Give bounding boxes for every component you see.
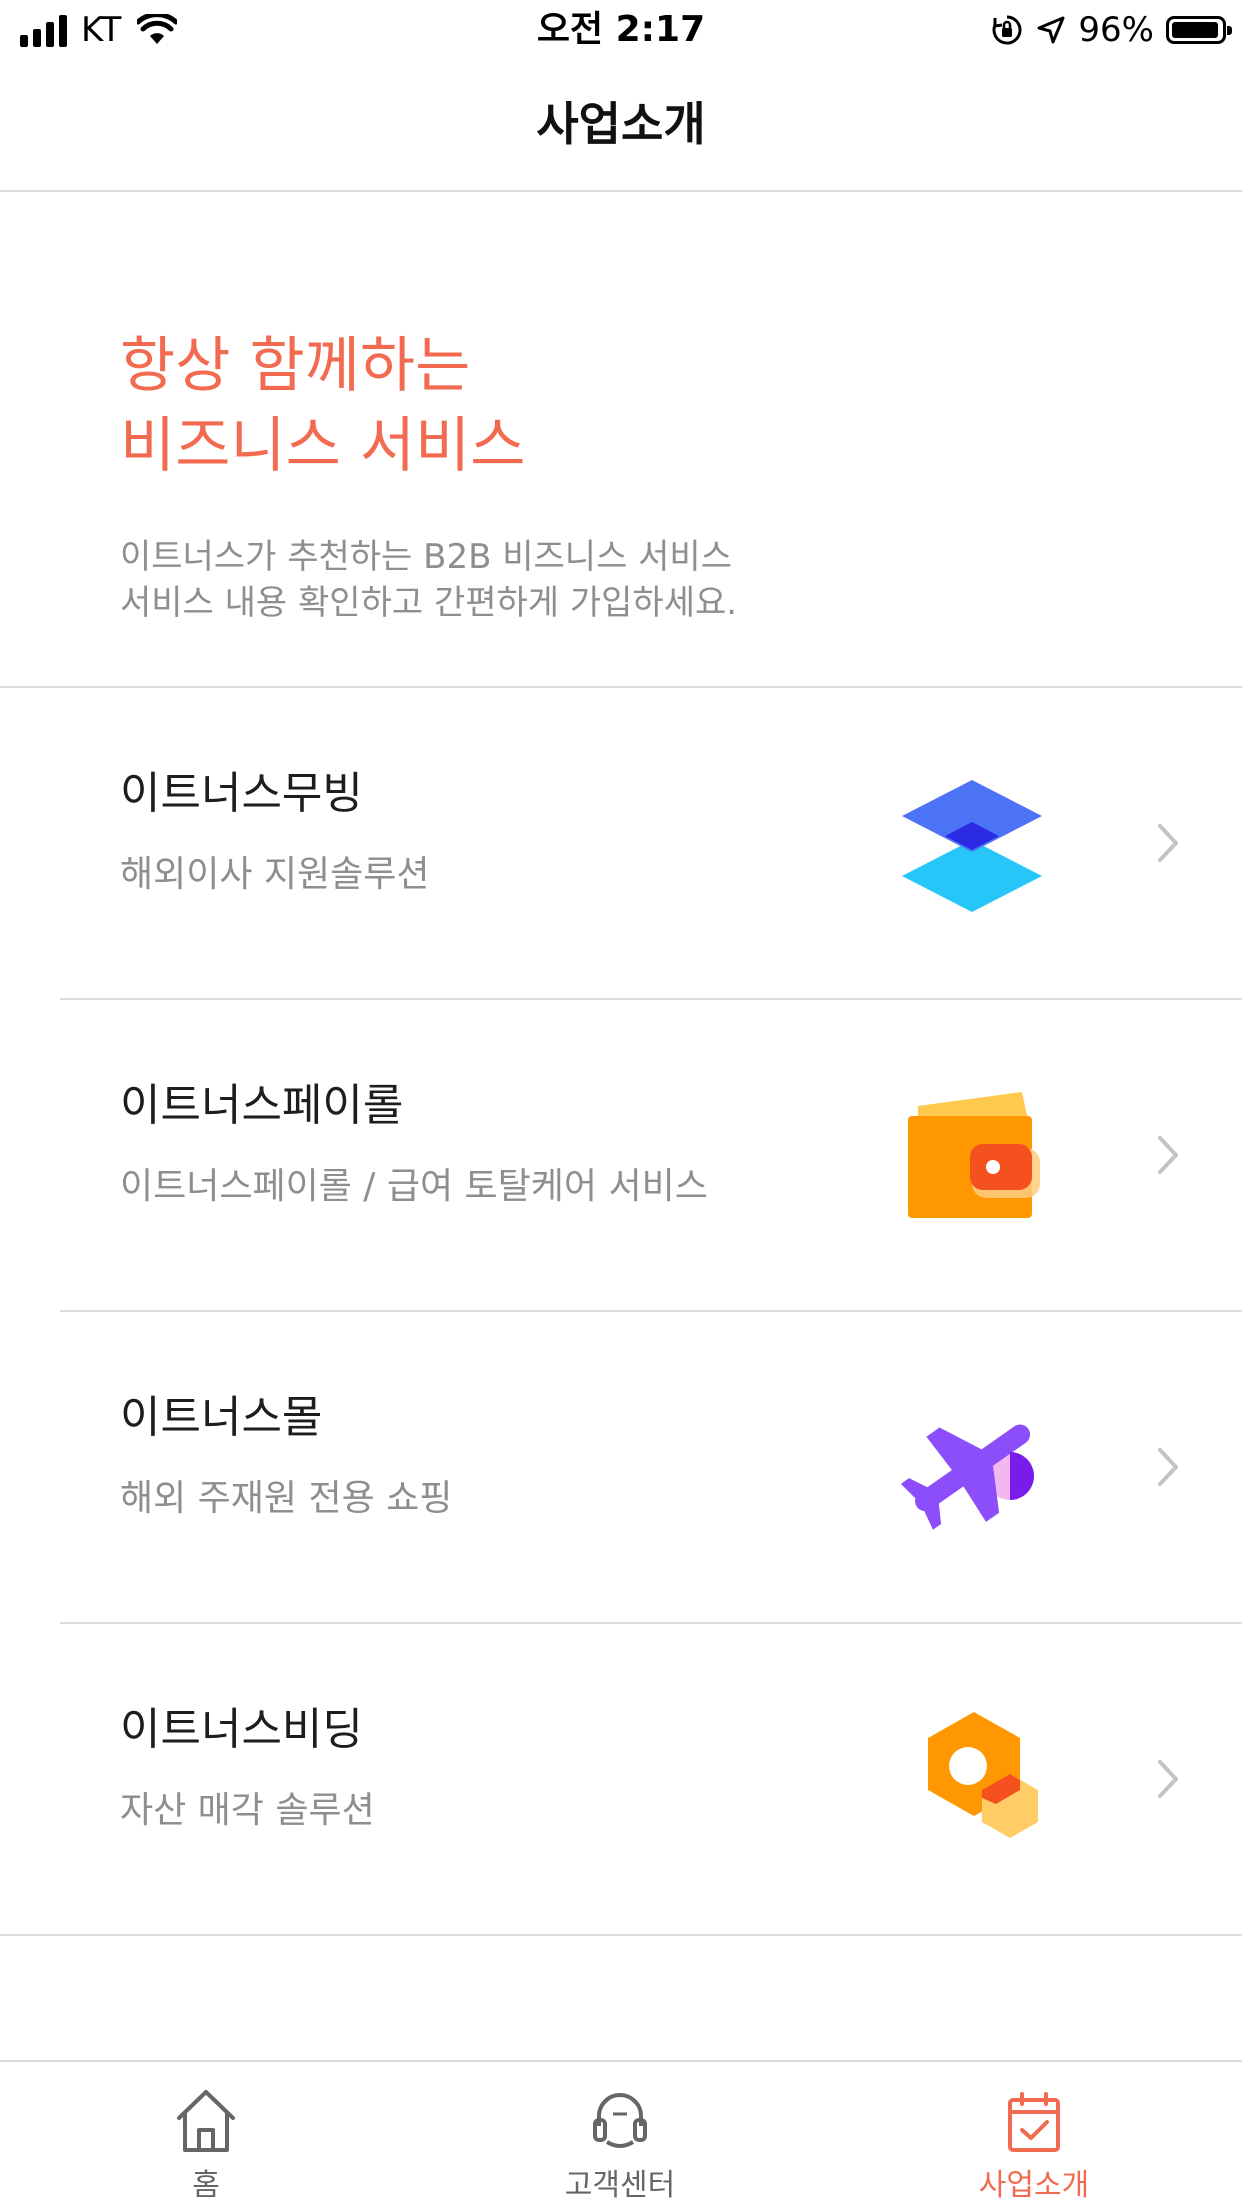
hero-subtitle-line-1: 이트너스가 추천하는 B2B 비즈니스 서비스 [120, 537, 732, 577]
status-bar: KT 오전 2:17 96% [0, 0, 1242, 62]
chevron-right-icon [1158, 1136, 1178, 1174]
headset-icon [593, 2093, 647, 2148]
wallet-icon [908, 1092, 1040, 1218]
service-description: 이트너스페이롤 / 급여 토탈케어 서비스 [120, 1166, 708, 1207]
airplane-icon [900, 1424, 1034, 1530]
nav-bar: 사업소개 [0, 62, 1242, 192]
orientation-lock-icon [992, 15, 1022, 45]
hexagon-icon [928, 1712, 1038, 1838]
tab-home[interactable]: 홈 [76, 2062, 336, 2210]
hero-title-line-1: 항상 함께하는 [120, 331, 471, 401]
service-item-payroll[interactable]: 이트너스페이롤 이트너스페이롤 / 급여 토탈케어 서비스 [0, 1000, 1242, 1312]
hero-subtitle: 이트너스가 추천하는 B2B 비즈니스 서비스 서비스 내용 확인하고 간편하게… [120, 534, 737, 626]
service-name: 이트너스페이롤 [120, 1080, 404, 1131]
battery-icon [1166, 16, 1232, 44]
service-item-moving[interactable]: 이트너스무빙 해외이사 지원솔루션 [0, 688, 1242, 1000]
hero-title: 항상 함께하는 비즈니스 서비스 [120, 326, 525, 486]
service-item-bidding[interactable]: 이트너스비딩 자산 매각 솔루션 [0, 1624, 1242, 1936]
location-arrow-icon [1037, 16, 1065, 44]
service-description: 해외 주재원 전용 쇼핑 [120, 1478, 453, 1519]
tab-customer-center[interactable]: 고객센터 [490, 2062, 750, 2210]
battery-fill [1172, 22, 1218, 38]
chevron-right-icon [1158, 1760, 1178, 1798]
hero-title-line-2: 비즈니스 서비스 [120, 411, 526, 481]
service-description: 자산 매각 솔루션 [120, 1790, 375, 1831]
tab-label: 사업소개 [978, 2168, 1090, 2203]
chevron-right-icon [1158, 1448, 1178, 1486]
calendar-check-icon [1008, 2092, 1060, 2152]
service-name: 이트너스몰 [120, 1392, 323, 1443]
service-description: 해외이사 지원솔루션 [120, 854, 430, 895]
hero-section: 항상 함께하는 비즈니스 서비스 이트너스가 추천하는 B2B 비즈니스 서비스… [0, 192, 1242, 688]
hero-subtitle-line-2: 서비스 내용 확인하고 간편하게 가입하세요. [120, 583, 738, 623]
service-item-mall[interactable]: 이트너스몰 해외 주재원 전용 쇼핑 [0, 1312, 1242, 1624]
service-list: 이트너스무빙 해외이사 지원솔루션 이트너스페이롤 이트너스페이롤 / 급여 토… [0, 688, 1242, 1936]
tab-bar: 홈 고객센터 사업소개 [0, 2060, 1242, 2208]
service-name: 이트너스무빙 [120, 768, 363, 819]
service-name: 이트너스비딩 [120, 1704, 363, 1755]
home-icon [177, 2090, 235, 2152]
tab-business-intro[interactable]: 사업소개 [904, 2062, 1164, 2210]
battery-percent: 96% [1078, 10, 1154, 50]
layers-icon [902, 780, 1042, 912]
divider [0, 1934, 1242, 1936]
tab-label: 홈 [192, 2168, 220, 2203]
tab-label: 고객센터 [564, 2168, 676, 2203]
chevron-right-icon [1158, 824, 1178, 862]
page-title: 사업소개 [536, 97, 706, 151]
